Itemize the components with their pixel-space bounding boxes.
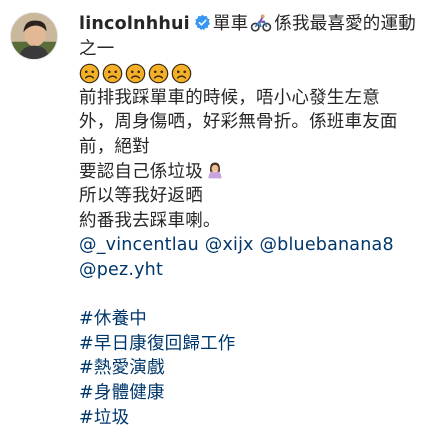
hashtag-link[interactable]: #早日康復回歸工作 bbox=[79, 334, 235, 354]
caption-text: lincolnhhui 單車 係我最喜愛的運動 之一 前排我踩單車的時候，唔小心… bbox=[79, 12, 424, 430]
hashtag-line: #休養中 bbox=[79, 307, 424, 332]
hashtag-link[interactable]: #身體健康 bbox=[79, 383, 165, 403]
username-link[interactable]: lincolnhhui bbox=[79, 14, 190, 34]
caption-intro: 單車 bbox=[212, 14, 249, 34]
hashtag-link[interactable]: #休養中 bbox=[79, 309, 147, 329]
caption-line-2: 之一 bbox=[79, 38, 115, 59]
mention-link[interactable]: @pez.yht bbox=[79, 260, 163, 280]
hashtag-link[interactable]: #熱愛演戲 bbox=[79, 358, 165, 378]
caption-intro-rest: 係我最喜愛的運動 bbox=[274, 14, 416, 34]
hashtag-line: #熱愛演戲 bbox=[79, 356, 424, 381]
hashtag-link[interactable]: #垃圾 bbox=[79, 408, 129, 428]
sad-face-icon bbox=[125, 63, 146, 84]
instagram-post-caption: lincolnhhui 單車 係我最喜愛的運動 之一 前排我踩單車的時候，唔小心… bbox=[0, 0, 435, 446]
avatar[interactable] bbox=[10, 12, 58, 60]
caption-body-line: 約番我去踩車喇。 bbox=[79, 210, 221, 231]
caption-body-line: 前排我踩單車的時候，唔小心發生左意 bbox=[79, 87, 380, 108]
mentions-line: @_vincentlau @xijx @bluebanana8 bbox=[79, 233, 424, 258]
hashtag-line: #早日康復回歸工作 bbox=[79, 332, 424, 357]
caption-body-text: 要認自己係垃圾 bbox=[79, 161, 203, 182]
hashtag-line: #垃圾 bbox=[79, 406, 424, 431]
verified-badge-icon bbox=[194, 14, 210, 31]
mentions-line: @pez.yht bbox=[79, 258, 424, 283]
caption-body-line: 外，周身傷哂，好彩無骨折。係班車友面 bbox=[79, 112, 398, 133]
caption-body-line: 前，絕對 bbox=[79, 136, 150, 157]
hashtag-line: #身體健康 bbox=[79, 381, 424, 406]
mention-link[interactable]: @bluebanana8 bbox=[259, 235, 393, 255]
mention-link[interactable]: @_vincentlau bbox=[79, 235, 199, 255]
cyclist-icon bbox=[251, 14, 272, 32]
mention-link[interactable]: @xijx bbox=[205, 235, 254, 255]
sad-emoji-row bbox=[79, 61, 424, 86]
caption-header-line: lincolnhhui 單車 係我最喜愛的運動 bbox=[79, 12, 424, 37]
woman-facepalming-icon bbox=[208, 162, 222, 178]
sad-face-icon bbox=[102, 63, 123, 84]
sad-face-icon bbox=[148, 63, 169, 84]
sad-face-icon bbox=[171, 63, 192, 84]
sad-face-icon bbox=[79, 63, 100, 84]
avatar-photo bbox=[11, 13, 57, 59]
caption-body-line-with-emoji: 要認自己係垃圾 bbox=[79, 160, 424, 185]
caption-body-line: 所以等我好返晒 bbox=[79, 186, 203, 207]
